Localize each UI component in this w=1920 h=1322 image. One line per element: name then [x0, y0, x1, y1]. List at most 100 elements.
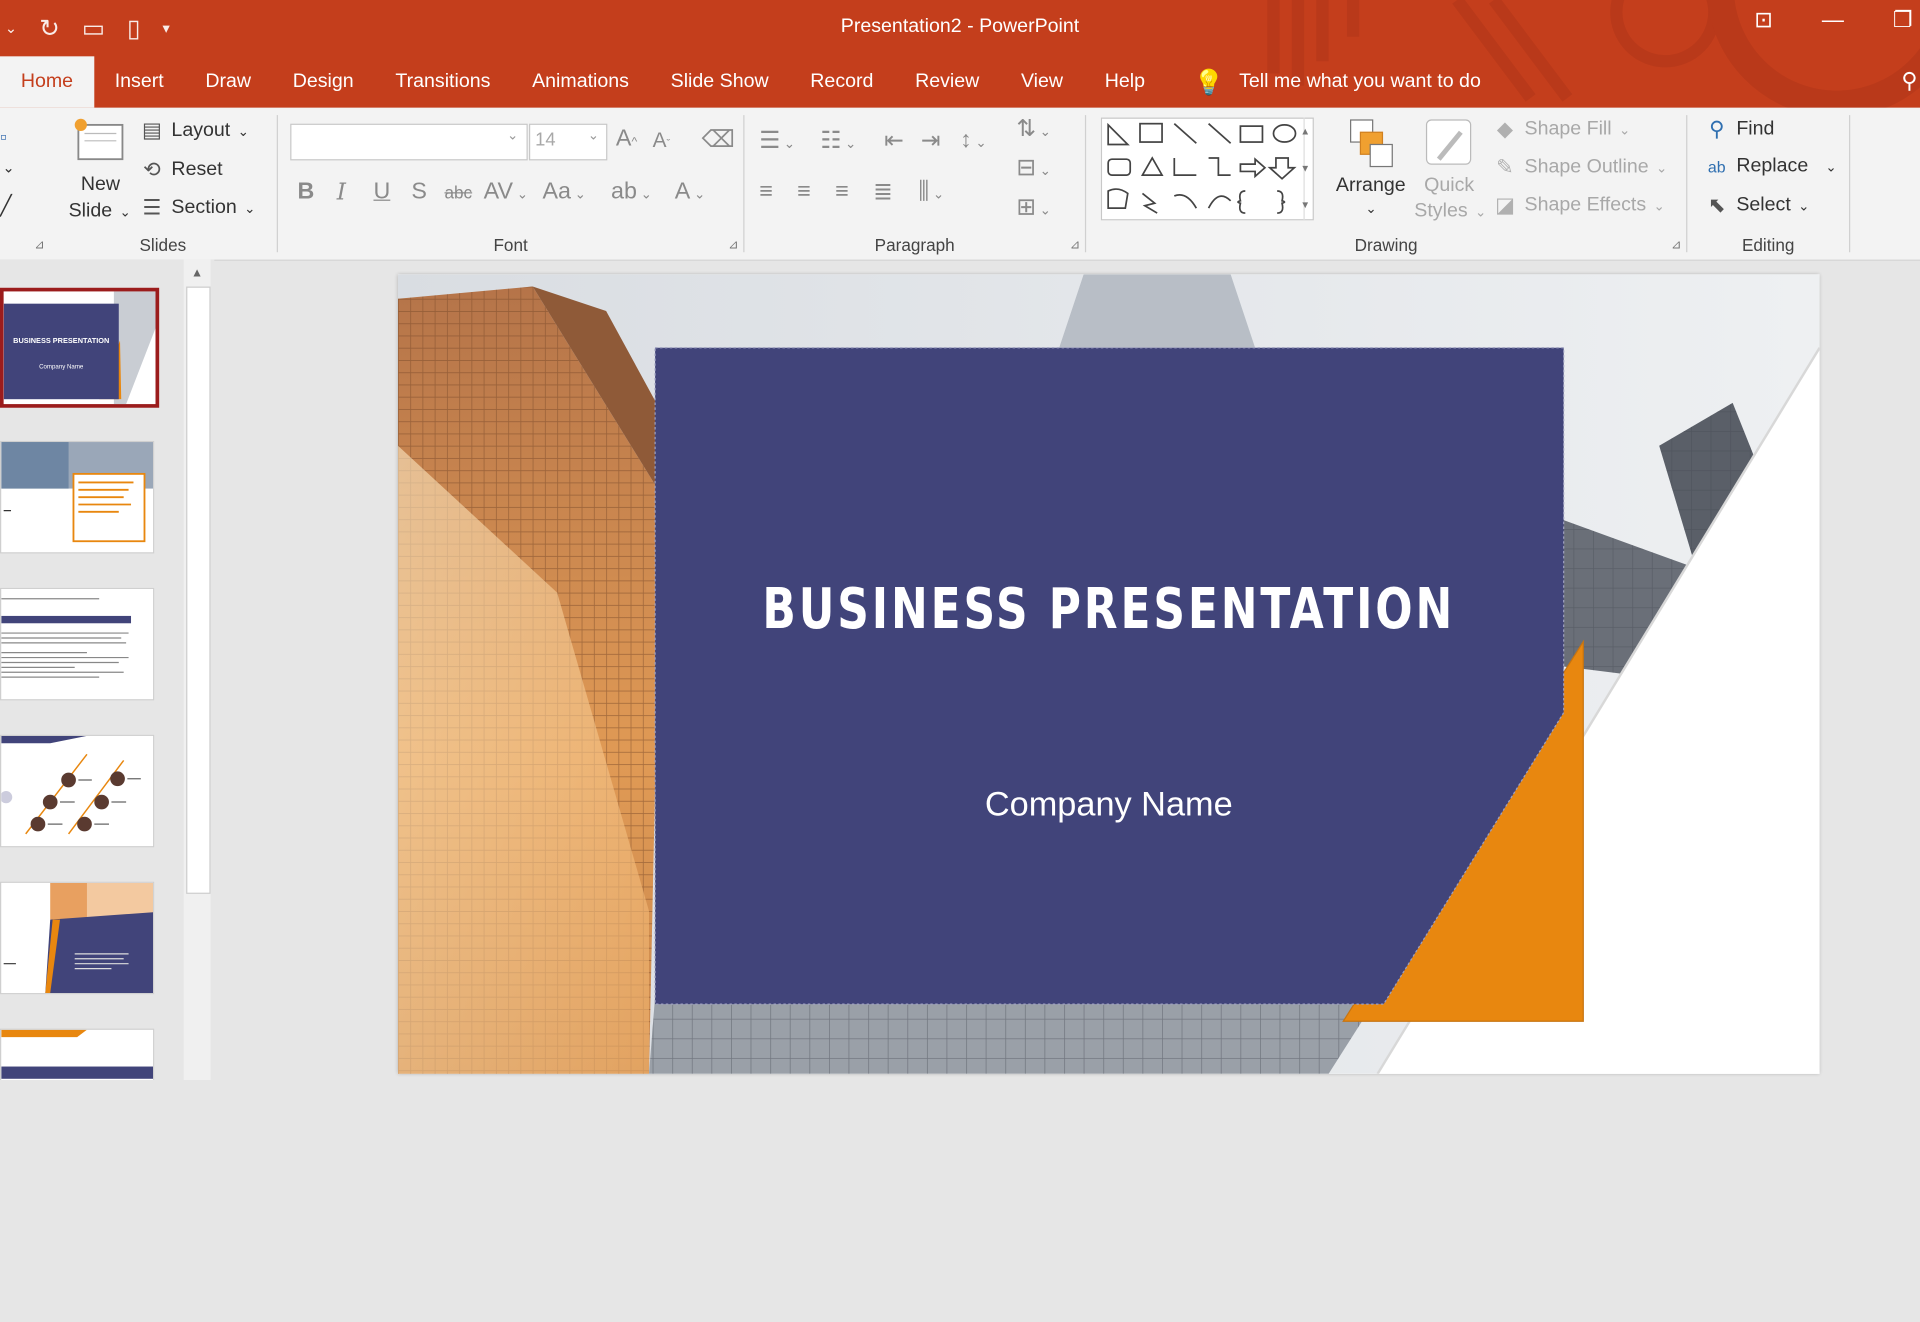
shape-outline-label: Shape Outline [1524, 156, 1649, 178]
ribbon-display-icon[interactable]: ⊡ [1754, 7, 1772, 33]
align-right-icon[interactable]: ≡ [835, 179, 849, 206]
tab-record[interactable]: Record [789, 56, 894, 107]
tab-help[interactable]: Help [1084, 56, 1166, 107]
thumbnail-1-title: BUSINESS PRESENTATION [13, 337, 110, 346]
align-center-icon[interactable]: ≡ [797, 179, 811, 206]
reset-icon: ⟲ [143, 157, 161, 182]
slide-thumbnail-4[interactable] [0, 734, 155, 848]
tab-home[interactable]: Home [0, 56, 94, 108]
font-launcher-icon[interactable]: ⊿ [728, 239, 738, 252]
columns-icon[interactable]: ⫼ ⌄ [918, 179, 944, 206]
replace-button[interactable]: ab Replace ⌄ [1705, 156, 1837, 178]
thumbnails-scrollbar[interactable]: ▲ [183, 259, 211, 1081]
strikethrough-icon[interactable]: abc [444, 182, 472, 202]
shape-fill-button[interactable]: ◆ Shape Fill ⌄ [1493, 118, 1630, 142]
search-icon[interactable]: ⚲ [1901, 69, 1917, 95]
grow-font-icon[interactable]: A^ [616, 126, 637, 153]
new-slide-icon[interactable] [73, 118, 129, 167]
font-color-icon[interactable]: A ⌄ [675, 179, 706, 206]
increase-indent-icon[interactable]: ⇥ [921, 127, 940, 155]
highlight-color-icon[interactable]: ab ⌄ [611, 179, 652, 206]
tab-review[interactable]: Review [894, 56, 1000, 107]
restore-icon[interactable]: ❐ [1893, 7, 1913, 33]
new-slide-label-1[interactable]: New [81, 174, 120, 196]
layout-button[interactable]: ▤ Layout ⌄ [140, 119, 249, 143]
clipboard-dropdown-icon[interactable]: ⌄ [2, 159, 14, 176]
section-button[interactable]: ☰ Section ⌄ [140, 196, 256, 220]
quick-styles-icon[interactable] [1424, 118, 1473, 172]
font-name-field[interactable] [290, 123, 528, 161]
tab-draw[interactable]: Draw [185, 56, 272, 107]
arrange-dropdown-icon[interactable]: ⌄ [1365, 201, 1376, 217]
window-title: Presentation2 - PowerPoint [840, 15, 1080, 37]
chevron-down-icon: ⌄ [1825, 159, 1837, 175]
shape-outline-button[interactable]: ✎ Shape Outline ⌄ [1493, 156, 1667, 180]
decrease-indent-icon[interactable]: ⇤ [884, 127, 903, 155]
clear-formatting-icon[interactable]: ⌫ [702, 126, 735, 154]
quick-styles-label-1[interactable]: Quick [1424, 175, 1474, 197]
align-left-icon[interactable]: ≡ [759, 179, 773, 206]
tab-transitions[interactable]: Transitions [375, 56, 512, 107]
shape-fill-label: Shape Fill [1524, 118, 1612, 140]
quick-styles-button[interactable]: Styles ⌄ [1414, 201, 1486, 223]
shape-effects-button[interactable]: ◪ Shape Effects ⌄ [1493, 193, 1665, 217]
justify-icon[interactable]: ≣ [873, 179, 892, 207]
chevron-down-icon: ⌄ [119, 205, 131, 220]
slide-thumbnail-6[interactable] [0, 1028, 155, 1081]
change-case-icon[interactable]: Aa ⌄ [542, 179, 586, 206]
group-drawing: ▲ ▼ ▼ Arrange ⌄ Quick Styles ⌄ ◆ Shape Fill ⌄… [1086, 108, 1686, 260]
chevron-down-icon: ⌄ [237, 124, 249, 139]
tab-slide-show[interactable]: Slide Show [650, 56, 790, 107]
select-button[interactable]: ⬉ Select ⌄ [1705, 193, 1809, 217]
text-shadow-icon[interactable]: S [411, 179, 427, 206]
align-text-icon[interactable]: ⊟ ⌄ [1016, 154, 1051, 182]
paste-fragment-icon[interactable]: ▫ [0, 127, 7, 149]
line-spacing-icon[interactable]: ↕ ⌄ [960, 127, 987, 154]
svg-text:▼: ▼ [1300, 163, 1310, 174]
new-slide-label-2: Slide [68, 200, 113, 222]
format-painter-fragment-icon[interactable]: ╱ [0, 193, 12, 217]
clipboard-launcher-icon[interactable]: ⊿ [34, 239, 44, 252]
slide-subtitle[interactable]: Company Name [655, 785, 1562, 824]
group-slides: ▫ ⌄ ╱ ⊿ New Slide ⌄ ▤ Layout ⌄ ⟲ Reset ☰ Sect… [0, 108, 277, 260]
find-icon: ⚲ [1709, 117, 1725, 141]
italic-icon[interactable]: I [337, 179, 346, 206]
scrollbar-thumb[interactable] [186, 286, 211, 894]
arrange-icon[interactable] [1346, 118, 1395, 172]
tab-view[interactable]: View [1000, 56, 1084, 107]
arrange-label[interactable]: Arrange [1336, 175, 1406, 197]
slide-thumbnail-1[interactable]: BUSINESS PRESENTATION Company Name [0, 287, 160, 408]
drawing-launcher-icon[interactable]: ⊿ [1671, 239, 1681, 252]
slide-background-art [397, 274, 1820, 1074]
shapes-gallery[interactable]: ▲ ▼ ▼ [1100, 117, 1314, 221]
reset-button[interactable]: ⟲ Reset [140, 157, 222, 182]
slide-title[interactable]: BUSINESS PRESENTATION [755, 576, 1463, 642]
underline-icon[interactable]: U [373, 179, 390, 206]
tab-insert[interactable]: Insert [94, 56, 185, 107]
bold-icon[interactable]: B [298, 179, 315, 206]
tab-animations[interactable]: Animations [511, 56, 650, 107]
convert-smartart-icon[interactable]: ⊞ ⌄ [1016, 193, 1051, 221]
tell-me-box[interactable]: 💡 Tell me what you want to do [1194, 56, 1481, 107]
numbering-icon[interactable]: ☷ ⌄ [820, 127, 856, 155]
character-spacing-icon[interactable]: AV ⌄ [484, 179, 528, 206]
font-size-dropdown-icon[interactable]: ⌄ [588, 127, 599, 144]
minimize-icon[interactable]: — [1822, 7, 1844, 33]
scroll-up-icon[interactable]: ▲ [191, 267, 203, 280]
slide-thumbnail-2[interactable] [0, 440, 155, 554]
slide-thumbnail-5[interactable] [0, 881, 155, 995]
shrink-font-icon[interactable]: Aˇ [653, 129, 671, 153]
slide-canvas[interactable] [397, 274, 1820, 1074]
tab-design[interactable]: Design [272, 56, 375, 107]
slide-thumbnail-3[interactable] [0, 587, 155, 701]
thumbnail-4-art [1, 735, 141, 835]
paragraph-group-label: Paragraph [874, 235, 955, 255]
shape-effects-label: Shape Effects [1524, 194, 1647, 216]
paragraph-launcher-icon[interactable]: ⊿ [1070, 239, 1080, 252]
bullets-icon[interactable]: ☰ ⌄ [759, 127, 795, 155]
font-name-dropdown-icon[interactable]: ⌄ [507, 127, 518, 144]
font-group-label: Font [493, 235, 528, 255]
find-button[interactable]: ⚲ Find [1705, 117, 1774, 142]
text-direction-icon[interactable]: ⇅ ⌄ [1016, 115, 1051, 143]
new-slide-button[interactable]: Slide ⌄ [69, 201, 131, 223]
